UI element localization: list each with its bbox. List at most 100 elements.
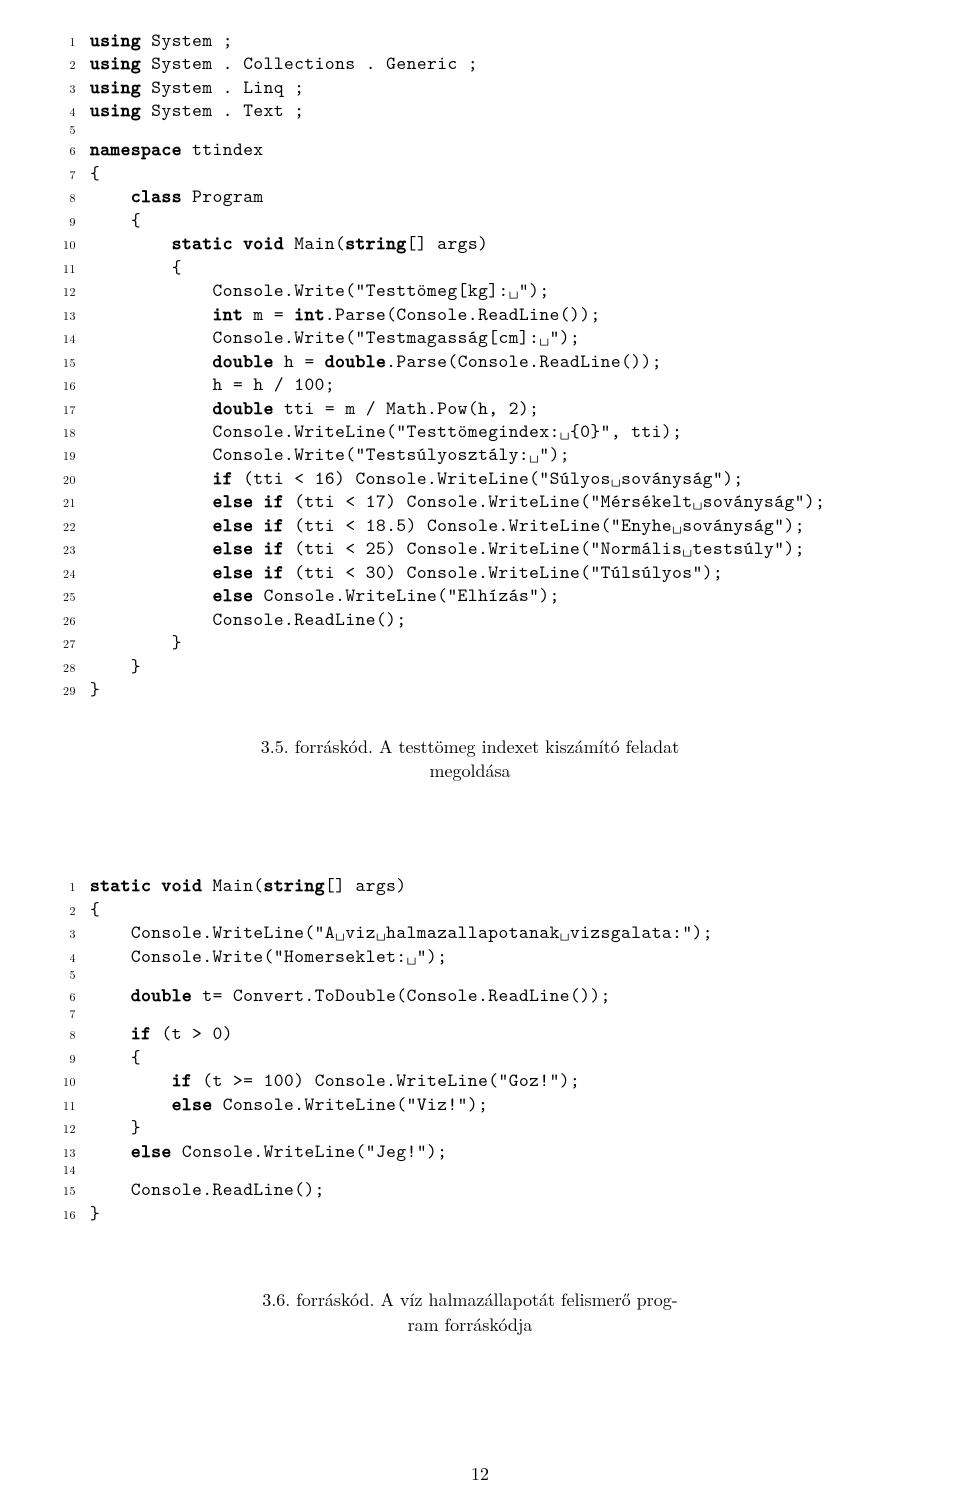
code-text: namespace ttindex [90,137,264,160]
code-listing-1-line: 26 Console.ReadLine(); [50,607,890,630]
code-listing-2-line: 11 else Console.WriteLine("Viz!"); [50,1092,890,1115]
code-listing-2-line: 4 Console.Write("Homerseklet:␣"); [50,944,890,967]
line-number: 12 [50,284,76,299]
line-number: 11 [50,261,76,276]
line-number: 8 [50,1027,76,1042]
code-listing-1-line: 18 Console.WriteLine("Testtömegindex:␣{0… [50,419,890,442]
code-text: } [90,1115,141,1138]
code-text: } [90,677,100,700]
line-number: 1 [50,34,76,49]
line-number: 8 [50,190,76,205]
code-text: Console.Write("Testsúlyosztály:␣"); [90,442,570,465]
line-number: 20 [50,472,76,487]
line-number: 2 [50,57,76,72]
line-number: 10 [50,1074,76,1089]
code-listing-2-line: 14 [50,1162,890,1177]
line-number: 15 [50,355,76,370]
line-number: 16 [50,378,76,393]
code-text: using System . Collections . Generic ; [90,51,478,74]
code-text: { [90,897,100,920]
code-listing-1-line: 7{ [50,161,890,184]
code-text: Console.ReadLine(); [90,1177,325,1200]
code-text: class Program [90,184,264,207]
code-listing-1-line: 9 { [50,208,890,231]
code-listing-2-line: 15 Console.ReadLine(); [50,1177,890,1200]
code-text: using System . Text ; [90,98,304,121]
page-number: 12 [0,1461,960,1486]
code-listing-2: 1static void Main(string[] args)2{3 Cons… [50,873,890,1224]
line-number: 6 [50,989,76,1004]
line-number: 4 [50,950,76,965]
code-listing-1-line: 14 Console.Write("Testmagasság[cm]:␣"); [50,325,890,348]
code-text: if (t > 0) [90,1021,233,1044]
code-listing-1-line: 13 int m = int.Parse(Console.ReadLine())… [50,302,890,325]
caption-2-line1: 3.6. forráskód. A víz halmazállapotát fe… [262,1287,677,1312]
line-number: 3 [50,926,76,941]
line-number: 10 [50,237,76,252]
code-listing-1-line: 17 double tti = m / Math.Pow(h, 2); [50,396,890,419]
line-number: 3 [50,81,76,96]
line-number: 23 [50,542,76,557]
code-listing-1: 1using System ; 2 using System . Collectio… [50,28,890,701]
code-text: if (tti < 16) Console.WriteLine("Súlyos␣… [90,466,744,489]
code-text: static void Main(string[] args) [90,231,488,254]
code-text: Console.WriteLine("A␣viz␣halmazallapotan… [90,920,713,943]
line-number: 19 [50,448,76,463]
code-text: double t= Convert.ToDouble(Console.ReadL… [90,983,611,1006]
code-text: else if (tti < 17) Console.WriteLine("Mé… [90,489,825,512]
code-text: else if (tti < 18.5) Console.WriteLine("… [90,513,805,536]
code-listing-2-line: 9 { [50,1045,890,1068]
code-listing-1-line: 2 using System . Collections . Generic ; [50,51,890,74]
code-text: else if (tti < 25) Console.WriteLine("No… [90,536,805,559]
line-number: 21 [50,495,76,510]
code-text: using System . Linq ; [90,75,304,98]
code-listing-2-line: 3 Console.WriteLine("A␣viz␣halmazallapot… [50,920,890,943]
code-text: int m = int.Parse(Console.ReadLine()); [90,302,601,325]
code-listing-1-line: 19 Console.Write("Testsúlyosztály:␣"); [50,442,890,465]
line-number: 2 [50,903,76,918]
line-number: 24 [50,566,76,581]
code-text: else Console.WriteLine("Jeg!"); [90,1139,447,1162]
code-listing-2-line: 13 else Console.WriteLine("Jeg!"); [50,1139,890,1162]
caption-2: 3.6. forráskód. A víz halmazállapotát fe… [210,1288,730,1337]
code-listing-1-line: 4 using System . Text ; [50,98,890,121]
caption-2-line2: ram forráskódja [210,1313,730,1337]
line-number: 15 [50,1183,76,1198]
code-text: Console.Write("Testtömeg[kg]:␣"); [90,278,550,301]
line-number: 5 [50,967,76,982]
code-text: h = h / 100; [90,372,335,395]
code-listing-2-line: 2{ [50,897,890,920]
line-number: 28 [50,660,76,675]
code-text: double h = double.Parse(Console.ReadLine… [90,349,662,372]
line-number: 17 [50,402,76,417]
code-listing-1-line: 27 } [50,630,890,653]
code-text: static void Main(string[] args) [90,873,407,896]
code-text: } [90,630,182,653]
code-text: if (t >= 100) Console.WriteLine("Goz!"); [90,1068,580,1091]
code-listing-1-line: 22 else if (tti < 18.5) Console.WriteLin… [50,513,890,536]
line-number: 7 [50,1006,76,1021]
line-number: 13 [50,1145,76,1160]
line-number: 25 [50,589,76,604]
code-listing-1-line: 21 else if (tti < 17) Console.WriteLine(… [50,489,890,512]
code-listing-1-line: 6 namespace ttindex [50,137,890,160]
code-listing-2-line: 7 [50,1006,890,1021]
code-text: else if (tti < 30) Console.WriteLine("Tú… [90,560,723,583]
code-text: Console.Write("Homerseklet:␣"); [90,944,447,967]
line-number: 18 [50,425,76,440]
code-listing-2-line: 8 if (t > 0) [50,1021,890,1044]
code-text: { [90,1045,141,1068]
line-number: 6 [50,143,76,158]
code-text: Console.WriteLine("Testtömegindex:␣{0}",… [90,419,682,442]
line-number: 7 [50,167,76,182]
line-number: 16 [50,1207,76,1222]
line-number: 4 [50,104,76,119]
line-number: 5 [50,122,76,137]
code-listing-1-line: 15 double h = double.Parse(Console.ReadL… [50,349,890,372]
code-listing-2-line: 16} [50,1201,890,1224]
code-listing-1-line: 11 { [50,255,890,278]
code-listing-1-line: 12 Console.Write("Testtömeg[kg]:␣"); [50,278,890,301]
code-listing-1-line: 20 if (tti < 16) Console.WriteLine("Súly… [50,466,890,489]
code-listing-2-line: 5 [50,967,890,982]
code-listing-1-line: 1using System ; [50,28,890,51]
